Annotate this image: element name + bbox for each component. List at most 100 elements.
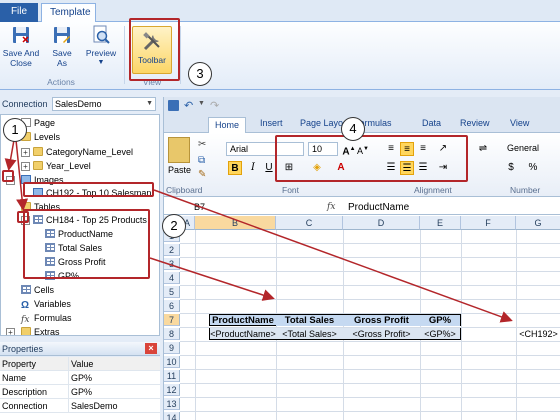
connection-select[interactable]: SalesDemo ▼ xyxy=(52,97,156,111)
table-value-cell[interactable]: <GP%> xyxy=(420,328,461,340)
tab-file[interactable]: File xyxy=(0,3,38,22)
formula-bar: B7 fx ProductName xyxy=(164,201,560,215)
folder-icon xyxy=(33,147,43,156)
redo-icon[interactable]: ↷ xyxy=(210,99,219,112)
row-header[interactable]: 2 xyxy=(164,244,180,256)
table-header-cell[interactable]: Gross Profit xyxy=(343,314,420,326)
column-header[interactable]: G xyxy=(516,216,560,230)
grid-line xyxy=(180,257,560,258)
grid-line xyxy=(516,230,517,420)
tree-item-formulas[interactable]: fx Formulas xyxy=(21,312,72,325)
property-value[interactable]: SalesDemo xyxy=(68,399,118,413)
undo-icon[interactable]: ↶ xyxy=(184,99,193,112)
row-header[interactable]: 4 xyxy=(164,272,180,284)
row-header[interactable]: 12 xyxy=(164,384,180,396)
connection-bar: Connection SalesDemo ▼ xyxy=(0,96,160,112)
paste-button[interactable]: Paste xyxy=(168,165,191,175)
row-header[interactable]: 13 xyxy=(164,398,180,410)
row-header[interactable]: 11 xyxy=(164,370,180,382)
column-header[interactable]: F xyxy=(461,216,516,230)
properties-header: Properties × xyxy=(0,342,160,356)
table-value-cell[interactable]: <Gross Profit> xyxy=(343,328,420,340)
row-header[interactable]: 7 xyxy=(164,314,180,326)
name-box[interactable]: B7 xyxy=(194,201,314,215)
tree-item-variables[interactable]: Ω Variables xyxy=(21,298,71,311)
group-label-font: Font xyxy=(282,185,300,195)
tab-home[interactable]: Home xyxy=(208,117,247,133)
row-header[interactable]: 14 xyxy=(164,412,180,420)
save-as-button[interactable]: Save As xyxy=(48,24,76,68)
number-format-select[interactable]: General xyxy=(504,142,558,156)
formula-input[interactable]: ProductName xyxy=(348,201,409,214)
tree-item-cells[interactable]: Cells xyxy=(21,284,54,296)
ribbon-tab-bar: File Template xyxy=(0,0,560,22)
save-and-close-button[interactable]: Save And Close xyxy=(2,24,40,68)
row-header[interactable]: 5 xyxy=(164,286,180,298)
currency-button[interactable]: $ xyxy=(504,161,518,175)
property-row[interactable]: Description GP% xyxy=(0,385,160,399)
expand-icon[interactable]: + xyxy=(21,162,30,171)
tab-data[interactable]: Data xyxy=(422,118,441,128)
table-value-cell[interactable]: <ProductName> xyxy=(209,328,276,340)
chevron-down-icon[interactable]: ▼ xyxy=(198,100,205,107)
column-header[interactable]: D xyxy=(343,216,420,230)
property-row[interactable]: Connection SalesDemo xyxy=(0,399,160,413)
bold-button[interactable]: B xyxy=(228,161,242,175)
table-header-cell[interactable]: Total Sales xyxy=(276,314,343,326)
underline-button[interactable]: U xyxy=(262,161,276,175)
row-header[interactable]: 6 xyxy=(164,300,180,312)
tab-insert[interactable]: Insert xyxy=(260,118,283,128)
tab-view[interactable]: View xyxy=(510,118,529,128)
table-header-cell[interactable]: ProductName xyxy=(209,314,276,326)
tree-item-label: Page xyxy=(34,118,56,128)
tree-item-year-level[interactable]: Year_Level xyxy=(33,160,91,172)
callout-marker: 2 xyxy=(162,214,186,238)
tab-review[interactable]: Review xyxy=(460,118,490,128)
fx-icon: fx xyxy=(21,315,30,325)
connection-value: SalesDemo xyxy=(55,99,102,109)
save-icon[interactable] xyxy=(168,100,179,111)
scissors-icon[interactable]: ✂ xyxy=(198,139,206,150)
fx-icon[interactable]: fx xyxy=(327,201,335,214)
highlight-box-font-alignment xyxy=(275,135,468,182)
omega-icon: Ω xyxy=(21,300,30,311)
table-value-cell[interactable]: <Total Sales> xyxy=(276,328,343,340)
property-value[interactable]: GP% xyxy=(68,385,92,399)
percent-button[interactable]: % xyxy=(526,161,540,175)
column-header[interactable]: C xyxy=(276,216,343,230)
tree-item-category-level[interactable]: CategoryName_Level xyxy=(33,146,133,158)
clipboard-icon[interactable] xyxy=(168,137,190,163)
tab-page-layout[interactable]: Page Layo xyxy=(300,118,343,128)
wrap-text-icon[interactable]: ⇌ xyxy=(476,142,490,156)
row-header[interactable]: 8 xyxy=(164,328,180,340)
tree-item-label: Cells xyxy=(34,285,55,295)
properties-title: Properties xyxy=(2,344,44,354)
group-label-actions: Actions xyxy=(47,77,75,87)
column-header[interactable]: E xyxy=(420,216,461,230)
save-as-label: Save As xyxy=(52,48,72,68)
folder-icon xyxy=(21,327,31,335)
property-row[interactable]: Name GP% xyxy=(0,371,160,385)
format-painter-icon[interactable]: ✎ xyxy=(198,169,206,180)
italic-button[interactable]: I xyxy=(246,161,260,175)
preview-icon xyxy=(90,24,112,46)
property-value[interactable]: GP% xyxy=(68,371,92,385)
row-header[interactable]: 10 xyxy=(164,356,180,368)
row-header[interactable]: 9 xyxy=(164,342,180,354)
image-placeholder-cell[interactable]: <CH192> xyxy=(516,328,560,340)
folder-icon xyxy=(33,161,43,170)
close-icon[interactable]: × xyxy=(145,343,157,354)
preview-button[interactable]: Preview ▼ xyxy=(82,24,120,68)
copy-icon[interactable]: ⧉ xyxy=(198,155,205,166)
group-label-number: Number xyxy=(510,185,541,195)
table-header-cell[interactable]: GP% xyxy=(420,314,461,326)
expand-icon[interactable]: + xyxy=(6,328,15,335)
column-header[interactable]: B xyxy=(195,216,276,230)
grid-line xyxy=(180,299,560,300)
tab-template[interactable]: Template xyxy=(41,3,96,22)
expand-icon[interactable]: + xyxy=(21,148,30,157)
number-format-value: General xyxy=(507,143,540,153)
tree-item-levels[interactable]: Levels xyxy=(21,131,60,143)
tree-item-extras[interactable]: Extras xyxy=(21,326,60,335)
row-header[interactable]: 3 xyxy=(164,258,180,270)
